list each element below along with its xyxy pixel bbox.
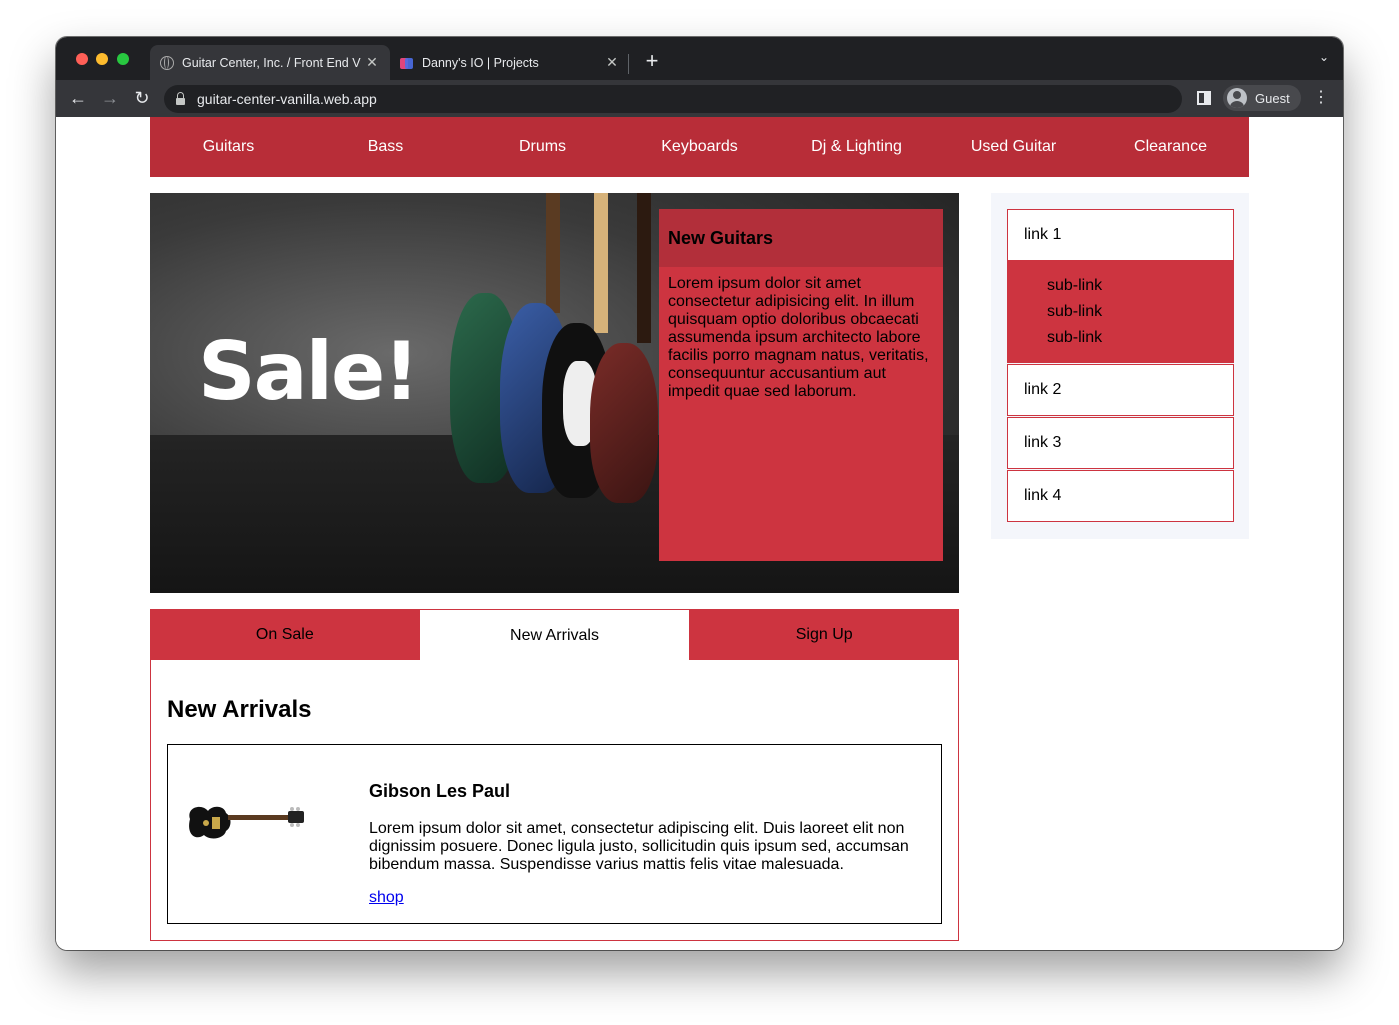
nav-item-keyboards[interactable]: Keyboards: [621, 117, 778, 177]
sale-banner-text: Sale!: [198, 325, 420, 418]
sidebar-sub-link[interactable]: sub-link: [1047, 299, 1234, 325]
tab-panel: New Arrivals Gibson Les Paul Lorem ipsum…: [150, 660, 959, 941]
tab-on-sale[interactable]: On Sale: [150, 609, 420, 660]
hero-info-card: New Guitars Lorem ipsum dolor sit amet c…: [659, 209, 943, 561]
globe-icon: [160, 55, 174, 70]
tab-title: Danny's IO | Projects: [422, 55, 539, 70]
main-nav: Guitars Bass Drums Keyboards Dj & Lighti…: [150, 117, 1249, 177]
lock-icon: [176, 91, 185, 105]
product-title: Gibson Les Paul: [369, 781, 511, 801]
panel-heading: New Arrivals: [167, 696, 312, 723]
url-text: guitar-center-vanilla.web.app: [197, 91, 377, 107]
address-bar[interactable]: guitar-center-vanilla.web.app: [164, 85, 1182, 113]
nav-item-clearance[interactable]: Clearance: [1092, 117, 1249, 177]
close-window-button[interactable]: [76, 53, 88, 65]
sidebar-item-link-3[interactable]: link 3: [1007, 417, 1234, 469]
back-arrow-icon[interactable]: ←: [66, 86, 90, 110]
nav-item-bass[interactable]: Bass: [307, 117, 464, 177]
browser-window: Guitar Center, Inc. / Front End V ✕ Dann…: [56, 37, 1343, 950]
profile-label: Guest: [1255, 90, 1290, 106]
sidebar-item-link-1[interactable]: link 1: [1007, 209, 1234, 261]
sidebar: link 1 sub-link sub-link sub-link link 2…: [991, 193, 1249, 539]
tab-strip: Guitar Center, Inc. / Front End V ✕ Dann…: [56, 37, 1343, 80]
new-tab-plus-icon[interactable]: +: [640, 49, 664, 73]
tab-new-arrivals[interactable]: New Arrivals: [419, 609, 690, 660]
forward-arrow-icon[interactable]: →: [98, 86, 122, 110]
sidebar-sub-link[interactable]: sub-link: [1047, 273, 1234, 299]
tab-title: Guitar Center, Inc. / Front End V: [182, 55, 361, 70]
side-panel-icon[interactable]: [1197, 91, 1211, 105]
sidebar-item-link-4[interactable]: link 4: [1007, 470, 1234, 522]
more-menu-icon[interactable]: ⋮: [1313, 89, 1329, 107]
section-tabs: On Sale New Arrivals Sign Up: [150, 609, 960, 660]
product-card: Gibson Les Paul Lorem ipsum dolor sit am…: [167, 744, 942, 924]
nav-item-guitars[interactable]: Guitars: [150, 117, 307, 177]
dannys-io-favicon-icon: [400, 56, 414, 70]
browser-toolbar: ← → ↻ guitar-center-vanilla.web.app Gues…: [56, 80, 1343, 117]
browser-tab-active[interactable]: Guitar Center, Inc. / Front End V ✕: [150, 45, 390, 80]
hero-banner: Sale! New Guitars Lorem ipsum dolor sit …: [150, 193, 959, 593]
guitar-neck: [594, 193, 608, 333]
sidebar-item-link-2[interactable]: link 2: [1007, 364, 1234, 416]
nav-item-dj-lighting[interactable]: Dj & Lighting: [778, 117, 935, 177]
reload-icon[interactable]: ↻: [130, 86, 154, 110]
maximize-window-button[interactable]: [117, 53, 129, 65]
minimize-window-button[interactable]: [96, 53, 108, 65]
close-tab-icon[interactable]: ✕: [604, 54, 620, 71]
nav-item-drums[interactable]: Drums: [464, 117, 621, 177]
hero-card-title: New Guitars: [659, 209, 943, 267]
tab-divider: [628, 54, 629, 74]
close-tab-icon[interactable]: ✕: [364, 54, 380, 71]
sidebar-submenu: sub-link sub-link sub-link: [1007, 261, 1234, 363]
shop-link[interactable]: shop: [369, 889, 404, 907]
hero-card-body: Lorem ipsum dolor sit amet consectetur a…: [668, 275, 929, 400]
guitar-neck: [637, 193, 651, 343]
nav-item-used-guitar[interactable]: Used Guitar: [935, 117, 1092, 177]
browser-tab[interactable]: Danny's IO | Projects ✕: [390, 45, 630, 80]
red-guitar-image: [590, 343, 658, 503]
profile-button[interactable]: Guest: [1223, 85, 1301, 111]
avatar-icon: [1227, 88, 1247, 108]
tab-sign-up[interactable]: Sign Up: [689, 609, 960, 660]
page-content: Guitars Bass Drums Keyboards Dj & Lighti…: [56, 117, 1343, 950]
guitar-neck: [546, 193, 560, 313]
les-paul-guitar-image: [184, 797, 308, 847]
product-description: Lorem ipsum dolor sit amet, consectetur …: [369, 820, 909, 873]
sidebar-sub-link[interactable]: sub-link: [1047, 325, 1234, 351]
tab-search-chevron-icon[interactable]: ⌄: [1319, 50, 1329, 64]
